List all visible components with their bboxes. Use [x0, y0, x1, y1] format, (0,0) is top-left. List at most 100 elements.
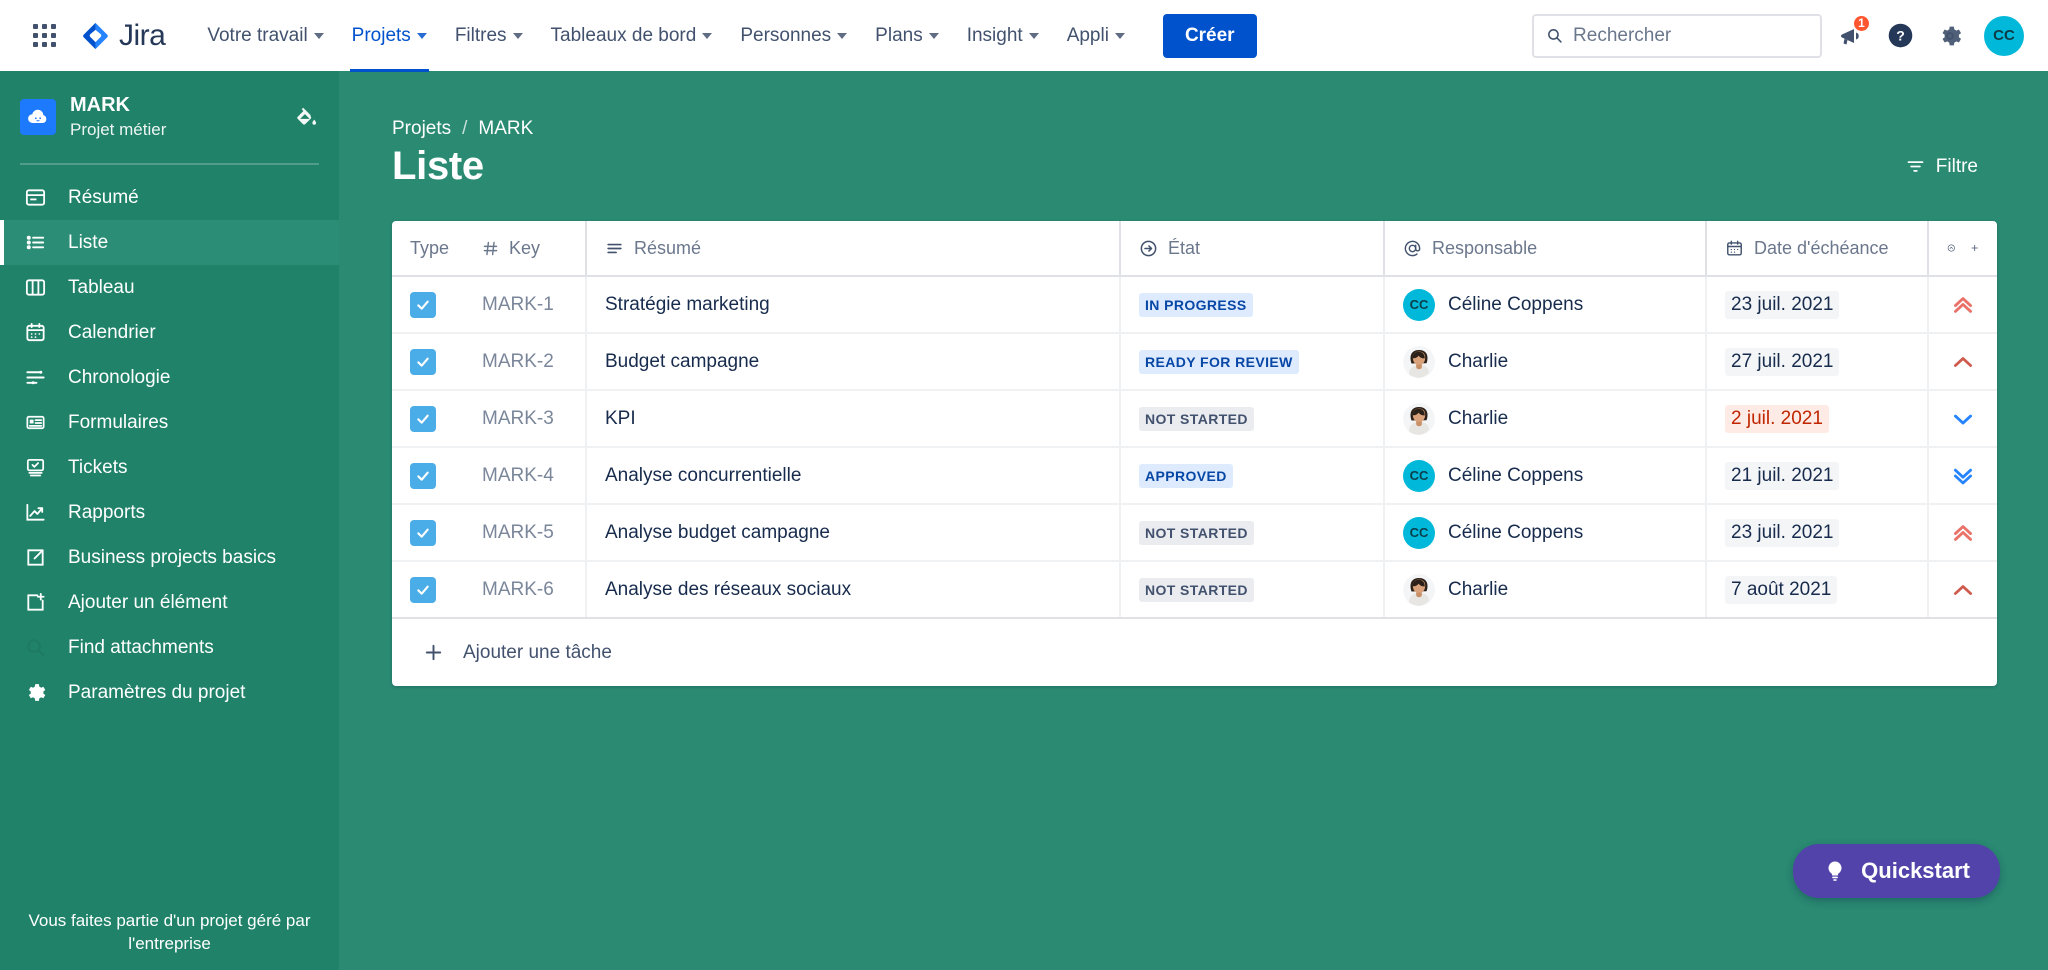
priority-low-icon[interactable] [1947, 405, 1979, 433]
column-header-actions [1927, 221, 1997, 277]
nav-item-tableaux-de-bord[interactable]: Tableaux de bord [539, 17, 725, 55]
priority-high-icon[interactable] [1947, 576, 1979, 604]
sidebar-item-calendrier[interactable]: Calendrier [0, 310, 339, 355]
status-badge[interactable]: APPROVED [1139, 463, 1233, 488]
due-date[interactable]: 23 juil. 2021 [1725, 518, 1840, 547]
table-row[interactable]: MARK-1 Stratégie marketing IN PROGRESS C… [392, 276, 1997, 334]
assignee[interactable]: CC Céline Coppens [1403, 459, 1687, 492]
cell-type[interactable] [392, 561, 464, 619]
sidebar-item-parametres-du-projet[interactable]: Paramètres du projet [0, 670, 339, 715]
cell-summary[interactable]: Analyse des réseaux sociaux [585, 561, 1120, 619]
issue-key-link[interactable]: MARK-3 [482, 408, 554, 429]
column-header-key[interactable]: Key [464, 221, 586, 277]
sidebar-item-find-attachments[interactable]: Find attachments [0, 625, 339, 670]
table-row[interactable]: MARK-5 Analyse budget campagne NOT START… [392, 504, 1997, 562]
sidebar-item-formulaires[interactable]: Formulaires [0, 400, 339, 445]
due-date[interactable]: 23 juil. 2021 [1725, 290, 1840, 319]
breadcrumb-mark[interactable]: MARK [478, 118, 533, 140]
search-input[interactable] [1573, 24, 1808, 47]
breadcrumb-projets[interactable]: Projets [392, 118, 451, 140]
priority-lowest-icon[interactable] [1947, 462, 1979, 490]
cell-summary[interactable]: Analyse budget campagne [585, 504, 1120, 562]
cell-type[interactable] [392, 504, 464, 562]
cell-summary[interactable]: Stratégie marketing [585, 276, 1120, 334]
nav-item-insight[interactable]: Insight [955, 17, 1051, 55]
quickstart-button[interactable]: Quickstart [1793, 844, 2000, 898]
cell-type[interactable] [392, 390, 464, 448]
assignee[interactable]: CC Céline Coppens [1403, 288, 1687, 321]
cell-summary[interactable]: Analyse concurrentielle [585, 447, 1120, 505]
priority-highest-icon[interactable] [1947, 519, 1979, 547]
task-type-checkbox-icon[interactable] [410, 405, 436, 432]
assignee[interactable]: Charlie [1403, 345, 1687, 378]
plus-icon[interactable] [1970, 237, 1979, 259]
status-badge[interactable]: READY FOR REVIEW [1139, 349, 1299, 374]
priority-highest-icon[interactable] [1947, 291, 1979, 319]
assignee-name: Céline Coppens [1448, 293, 1584, 315]
assignee[interactable]: CC Céline Coppens [1403, 516, 1687, 549]
due-date[interactable]: 27 juil. 2021 [1725, 347, 1840, 376]
sidebar-item-chronologie[interactable]: Chronologie [0, 355, 339, 400]
cell-type[interactable] [392, 333, 464, 391]
nav-item-appli[interactable]: Appli [1055, 17, 1137, 55]
priority-high-icon[interactable] [1947, 348, 1979, 376]
nav-item-plans[interactable]: Plans [863, 17, 951, 55]
sidebar-item-tableau[interactable]: Tableau [0, 265, 339, 310]
issue-key-link[interactable]: MARK-4 [482, 465, 554, 486]
assignee[interactable]: Charlie [1403, 573, 1687, 606]
paint-bucket-icon[interactable] [293, 104, 319, 130]
status-badge[interactable]: NOT STARTED [1139, 577, 1254, 602]
sidebar-item-business-projects-basics[interactable]: Business projects basics [0, 535, 339, 580]
table-row[interactable]: MARK-2 Budget campagne READY FOR REVIEW [392, 333, 1997, 391]
issue-key-link[interactable]: MARK-6 [482, 579, 554, 600]
cell-summary[interactable]: KPI [585, 390, 1120, 448]
issue-key-link[interactable]: MARK-5 [482, 522, 554, 543]
cell-type[interactable] [392, 276, 464, 334]
due-date[interactable]: 2 juil. 2021 [1725, 404, 1829, 433]
sidebar-item-ajouter-un-element[interactable]: Ajouter un élément [0, 580, 339, 625]
column-header-type[interactable]: Type [392, 221, 464, 277]
filter-button[interactable]: Filtre [1895, 148, 1988, 186]
nav-item-personnes[interactable]: Personnes [728, 17, 859, 55]
issue-key-link[interactable]: MARK-2 [482, 351, 554, 372]
task-type-checkbox-icon[interactable] [410, 576, 436, 603]
add-task-button[interactable]: Ajouter une tâche [392, 619, 1997, 686]
table-row[interactable]: MARK-6 Analyse des réseaux sociaux NOT S… [392, 561, 1997, 619]
sidebar-item-resume[interactable]: Résumé [0, 175, 339, 220]
project-header[interactable]: MARK Projet métier [0, 71, 339, 161]
column-header-date-echeance[interactable]: Date d'échéance [1705, 221, 1928, 277]
status-badge[interactable]: IN PROGRESS [1139, 292, 1253, 317]
assignee[interactable]: Charlie [1403, 402, 1687, 435]
task-type-checkbox-icon[interactable] [410, 462, 436, 489]
nav-item-filtres[interactable]: Filtres [443, 17, 535, 55]
jira-logo[interactable]: Jira [80, 19, 166, 53]
column-header-resume[interactable]: Résumé [585, 221, 1120, 277]
task-type-checkbox-icon[interactable] [410, 519, 436, 546]
cell-type[interactable] [392, 447, 464, 505]
table-row[interactable]: MARK-3 KPI NOT STARTED Charlie 2 juil. 2… [392, 390, 1997, 448]
sidebar-item-liste[interactable]: Liste [0, 220, 339, 266]
column-header-responsable[interactable]: Responsable [1383, 221, 1706, 277]
due-date[interactable]: 7 août 2021 [1725, 575, 1838, 604]
create-button[interactable]: Créer [1162, 13, 1257, 58]
table-row[interactable]: MARK-4 Analyse concurrentielle APPROVED … [392, 447, 1997, 505]
help-button[interactable]: ? [1878, 14, 1922, 58]
column-header-etat[interactable]: État [1119, 221, 1384, 277]
chevron-up-circle-icon[interactable] [1947, 238, 1956, 258]
task-type-checkbox-icon[interactable] [410, 291, 436, 318]
issue-key-link[interactable]: MARK-1 [482, 294, 554, 315]
search-box[interactable] [1532, 13, 1822, 58]
sidebar-item-rapports[interactable]: Rapports [0, 490, 339, 535]
task-type-checkbox-icon[interactable] [410, 348, 436, 375]
nav-item-votre-travail[interactable]: Votre travail [195, 17, 335, 55]
notifications-button[interactable]: 1 [1828, 13, 1872, 58]
status-badge[interactable]: NOT STARTED [1139, 520, 1254, 545]
sidebar-item-tickets[interactable]: Tickets [0, 445, 339, 490]
status-badge[interactable]: NOT STARTED [1139, 406, 1254, 431]
apps-grid-icon[interactable] [24, 16, 64, 56]
settings-button[interactable] [1928, 14, 1972, 58]
nav-item-projets[interactable]: Projets [340, 17, 439, 72]
user-avatar[interactable]: CC [1984, 15, 2024, 56]
cell-summary[interactable]: Budget campagne [585, 333, 1120, 391]
due-date[interactable]: 21 juil. 2021 [1725, 461, 1840, 490]
